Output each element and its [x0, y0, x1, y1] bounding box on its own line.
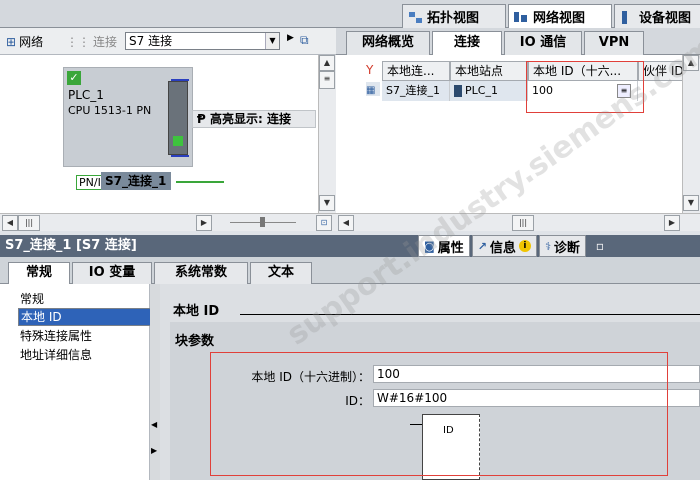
- connection-type-select[interactable]: S7 连接 ▼: [125, 32, 280, 50]
- connection-type-value: S7 连接: [129, 34, 173, 48]
- splitter-left-icon[interactable]: ◀: [151, 420, 157, 429]
- connection-button-label: 连接: [93, 35, 118, 49]
- tab-diagnostics-label: 诊断: [553, 240, 580, 256]
- scroll-thumb[interactable]: ≡: [319, 71, 335, 89]
- tab-network-overview[interactable]: 网络概览: [346, 31, 430, 55]
- grid-vscroll[interactable]: ▲ ▼: [682, 55, 700, 213]
- pin-icon: Ᵽ: [197, 112, 206, 126]
- device-model: CPU 1513-1 PN: [68, 104, 152, 117]
- col-header-local-station[interactable]: 本地站点: [450, 61, 528, 81]
- zoom-slider-handle[interactable]: [260, 217, 265, 227]
- cell-connection-name[interactable]: S7_连接_1: [382, 81, 450, 101]
- highlight-box-grid: [526, 61, 644, 113]
- connection-label[interactable]: S7_连接_1: [101, 172, 171, 190]
- connection-line: [176, 181, 224, 183]
- zoom-fit-icon[interactable]: ⊡: [316, 215, 332, 231]
- scroll-right-icon[interactable]: ▶: [196, 215, 212, 231]
- tab-properties[interactable]: ◙ 属性: [418, 235, 470, 257]
- scroll-up-icon[interactable]: ▲: [319, 55, 335, 71]
- inspector-title: S7_连接_1 [S7 连接]: [5, 238, 137, 253]
- connections-grid: Y 本地连... 本地站点 本地 ID（十六... 伙伴 ID（十 ▦ S7_连…: [336, 55, 700, 213]
- section-divider: [240, 314, 700, 315]
- port-marker-bottom: [171, 155, 189, 157]
- tab-topology-view[interactable]: 拓扑视图: [402, 4, 506, 28]
- nav-splitter[interactable]: ◀ ▶: [150, 284, 160, 480]
- subtab-texts[interactable]: 文本: [250, 262, 312, 284]
- section-title: 本地 ID: [173, 304, 220, 319]
- cell-local-station[interactable]: PLC_1: [450, 81, 528, 101]
- expand-arrow-icon[interactable]: ▶: [287, 33, 294, 43]
- grid-scroll-down-icon[interactable]: ▼: [683, 195, 699, 211]
- scroll-left-icon[interactable]: ◀: [2, 215, 18, 231]
- canvas-hscroll[interactable]: ◀ ||| ▶ ⊡: [0, 213, 336, 231]
- property-sub-tabs: 常规 IO 变量 系统常数 文本: [0, 257, 700, 284]
- properties-icon: ◙: [424, 239, 435, 253]
- diagnostics-icon: ⚕: [544, 239, 551, 253]
- plc-icon: [454, 85, 462, 97]
- col-header-local-conn[interactable]: 本地连...: [382, 61, 450, 81]
- overview-tab-bar: 网络概览 连接 IO 通信 VPN: [336, 28, 700, 55]
- row-connection-icon: ▦: [366, 82, 380, 96]
- cpu-module-icon: [168, 81, 188, 155]
- connection-button[interactable]: ⋮⋮ 连接: [66, 33, 117, 50]
- property-content: 本地 ID 块参数 本地 ID（十六进制）： 100 ID： W#16#100 …: [160, 284, 700, 480]
- property-nav-tree: 常规 本地 ID 特殊连接属性 地址详细信息: [0, 284, 173, 480]
- network-mode-icon: ⊞: [6, 34, 17, 49]
- scroll-down-icon[interactable]: ▼: [319, 195, 335, 211]
- tab-device-label: 设备视图: [639, 11, 692, 26]
- tab-diagnostics[interactable]: ⚕ 诊断: [538, 235, 586, 257]
- tab-connections[interactable]: 连接: [432, 31, 502, 55]
- pn-port-label[interactable]: PN/I: [76, 175, 104, 190]
- chevron-down-icon: ▼: [265, 33, 279, 49]
- tab-network-view[interactable]: 网络视图: [508, 4, 612, 28]
- network-toolbar: ⊞ 网络 ⋮⋮ 连接 S7 连接 ▼ ▶ ⧉: [0, 28, 336, 55]
- network-icon: [513, 9, 529, 24]
- tab-topology-label: 拓扑视图: [427, 11, 480, 26]
- grid-scroll-right-icon[interactable]: ▶: [664, 215, 680, 231]
- highlight-text: 高亮显示: 连接: [209, 112, 291, 126]
- subtab-io-tags[interactable]: IO 变量: [72, 262, 152, 284]
- tab-io-communication[interactable]: IO 通信: [504, 31, 582, 55]
- tab-network-label: 网络视图: [533, 11, 586, 26]
- tab-vpn[interactable]: VPN: [584, 31, 644, 55]
- subtab-general[interactable]: 常规: [8, 262, 70, 284]
- network-button[interactable]: ⊞ 网络: [6, 33, 43, 50]
- tab-info[interactable]: ↗ 信息 i: [471, 235, 537, 257]
- connection-table-icon: Y: [366, 63, 374, 77]
- highlight-connection-label: Ᵽ 高亮显示: 连接: [192, 110, 316, 128]
- hscroll-thumb[interactable]: |||: [18, 215, 40, 231]
- network-canvas[interactable]: ✓ PLC_1 CPU 1513-1 PN Ᵽ 高亮显示: 连接 PN/I S7…: [0, 55, 318, 213]
- grid-hscroll-thumb[interactable]: |||: [512, 215, 534, 231]
- grid-hscroll[interactable]: ◀ ||| ▶: [336, 213, 700, 231]
- topology-icon: [407, 9, 423, 24]
- info-arrow-icon: ↗: [477, 239, 487, 253]
- check-icon: ✓: [67, 71, 81, 85]
- group-title: 块参数: [175, 334, 215, 349]
- info-icon: i: [518, 240, 531, 252]
- view-tab-bar: 拓扑视图 网络视图 设备视图: [0, 0, 700, 28]
- canvas-vscroll[interactable]: ▲ ≡ ▼: [318, 55, 336, 213]
- device-name: PLC_1: [68, 88, 104, 102]
- tab-properties-label: 属性: [437, 240, 464, 256]
- nav-address-details[interactable]: 地址详细信息: [20, 346, 92, 363]
- cell-local-station-label: PLC_1: [465, 84, 498, 97]
- inspector-tabs: ◙ 属性 ↗ 信息 i ⚕ 诊断 ▫: [418, 235, 604, 257]
- tab-device-view[interactable]: 设备视图: [614, 4, 700, 28]
- overview-icon[interactable]: ⧉: [300, 33, 309, 48]
- splitter-right-icon[interactable]: ▶: [151, 446, 157, 455]
- grid-scroll-up-icon[interactable]: ▲: [683, 55, 699, 71]
- device-icon: [619, 9, 635, 24]
- highlight-box-fields: [210, 352, 668, 476]
- nav-special-properties[interactable]: 特殊连接属性: [20, 327, 92, 344]
- tab-info-label: 信息: [489, 240, 516, 256]
- network-button-label: 网络: [19, 35, 44, 49]
- subtab-system-constants[interactable]: 系统常数: [154, 262, 248, 284]
- nav-general[interactable]: 常规: [20, 290, 44, 307]
- window-restore-icon[interactable]: ▫: [588, 235, 604, 257]
- grid-scroll-left-icon[interactable]: ◀: [338, 215, 354, 231]
- connection-mode-icon: ⋮⋮: [66, 34, 90, 49]
